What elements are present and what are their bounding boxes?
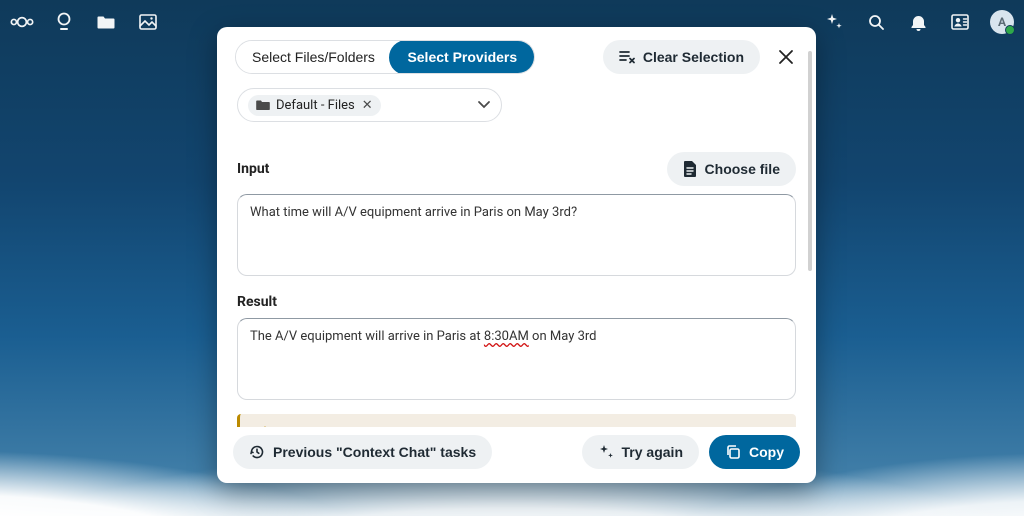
- try-again-button[interactable]: Try again: [582, 435, 699, 469]
- clear-selection-icon: [619, 50, 635, 64]
- notifications-icon[interactable]: [906, 10, 930, 34]
- app-logo-icon[interactable]: [10, 10, 34, 34]
- ai-warning-banner: This output was generated by AI. Make su…: [237, 414, 796, 427]
- input-header-row: Input Choose file: [237, 152, 796, 186]
- sparkle-icon[interactable]: [822, 10, 846, 34]
- photos-icon[interactable]: [136, 10, 160, 34]
- provider-chip-label: Default - Files: [276, 98, 355, 113]
- search-icon[interactable]: [864, 10, 888, 34]
- close-button[interactable]: [772, 43, 800, 71]
- result-header-row: Result: [237, 294, 796, 310]
- chevron-down-icon: [477, 100, 491, 110]
- result-time: 8:30AM: [484, 329, 529, 344]
- previous-tasks-label: Previous "Context Chat" tasks: [273, 444, 476, 460]
- input-label: Input: [237, 161, 269, 177]
- avatar[interactable]: A: [990, 10, 1014, 34]
- result-label: Result: [237, 294, 277, 310]
- result-text-suffix: on May 3rd: [529, 329, 597, 344]
- close-icon: [778, 49, 794, 65]
- tab-switcher: Select Files/Folders Select Providers: [235, 40, 535, 74]
- assistant-modal: Select Files/Folders Select Providers Cl…: [217, 27, 816, 483]
- provider-chip: Default - Files ✕: [248, 95, 381, 116]
- modal-body: Default - Files ✕ Input Choose file Resu: [217, 84, 816, 427]
- modal-scrollbar[interactable]: [808, 51, 812, 271]
- choose-file-button[interactable]: Choose file: [667, 152, 796, 186]
- tab-select-files-folders[interactable]: Select Files/Folders: [236, 41, 391, 73]
- previous-tasks-button[interactable]: Previous "Context Chat" tasks: [233, 435, 492, 469]
- file-icon: [683, 161, 697, 177]
- result-text-prefix: The A/V equipment will arrive in Paris a…: [250, 329, 484, 344]
- copy-label: Copy: [749, 444, 784, 460]
- input-textarea[interactable]: [237, 194, 796, 276]
- contacts-icon[interactable]: [948, 10, 972, 34]
- copy-icon: [725, 444, 741, 460]
- history-icon: [249, 444, 265, 460]
- sparkles-icon: [598, 444, 614, 460]
- avatar-initial: A: [998, 15, 1006, 29]
- footer-actions: Try again Copy: [582, 435, 800, 469]
- topbar-left: [10, 10, 160, 34]
- clear-selection-label: Clear Selection: [643, 49, 744, 65]
- provider-select-row: Default - Files ✕: [237, 88, 796, 122]
- chip-remove-icon[interactable]: ✕: [361, 98, 373, 113]
- try-again-label: Try again: [622, 444, 683, 460]
- assistant-icon[interactable]: [52, 10, 76, 34]
- modal-footer: Previous "Context Chat" tasks Try again …: [217, 427, 816, 483]
- modal-header: Select Files/Folders Select Providers Cl…: [217, 27, 816, 84]
- choose-file-label: Choose file: [705, 161, 780, 177]
- copy-button[interactable]: Copy: [709, 435, 800, 469]
- provider-select[interactable]: Default - Files ✕: [237, 88, 502, 122]
- files-icon[interactable]: [94, 10, 118, 34]
- folder-icon: [256, 99, 270, 111]
- topbar-right: A: [822, 10, 1014, 34]
- tab-select-providers[interactable]: Select Providers: [389, 40, 534, 74]
- result-textbox[interactable]: The A/V equipment will arrive in Paris a…: [237, 318, 796, 400]
- clear-selection-button[interactable]: Clear Selection: [603, 40, 760, 74]
